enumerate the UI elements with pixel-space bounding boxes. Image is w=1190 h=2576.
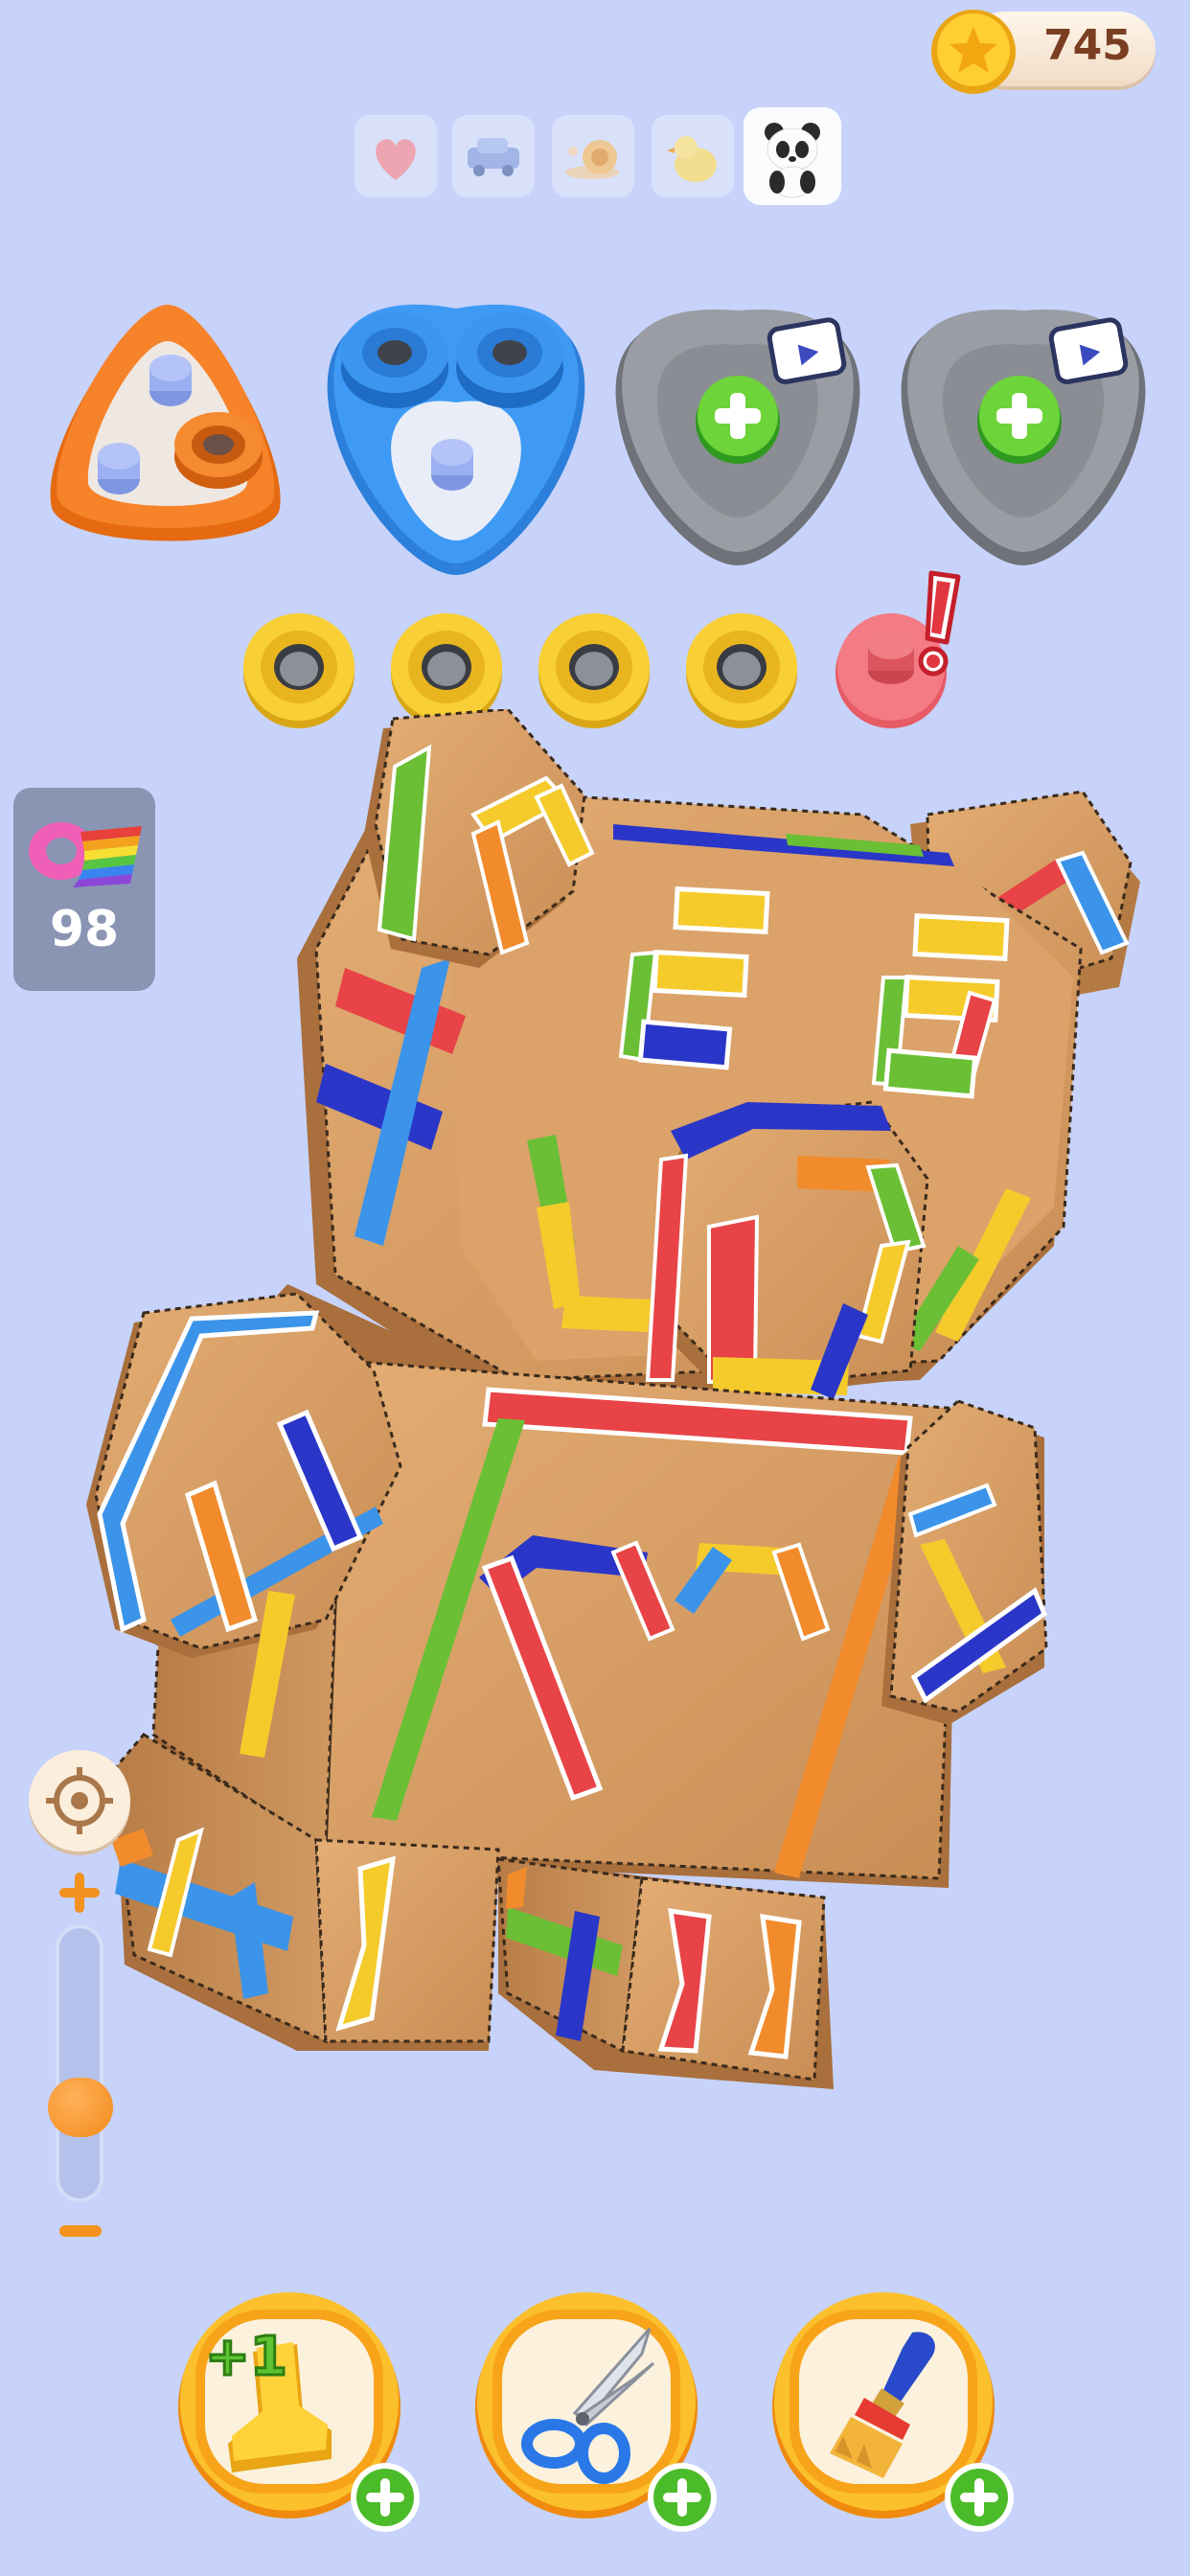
zoom-slider-knob[interactable]: [48, 2077, 113, 2137]
zoom-in-button[interactable]: [56, 1869, 103, 1917]
add-booster-icon[interactable]: [349, 2461, 422, 2534]
ring-slot-5-warning: [835, 570, 961, 728]
orange-ring-holder[interactable]: [29, 288, 307, 575]
bear-snout: [645, 1100, 929, 1399]
tab-car[interactable]: [452, 115, 535, 197]
bear-right-foot: [496, 1857, 834, 2089]
tab-chick[interactable]: [652, 115, 734, 197]
blue-ring-holder[interactable]: [312, 288, 600, 585]
coin-count: 745: [1043, 21, 1132, 70]
scissors-booster[interactable]: [471, 2290, 717, 2532]
cardboard-bear-puzzle[interactable]: [0, 709, 1190, 2108]
zoom-out-button[interactable]: [59, 2225, 102, 2237]
chick-icon: [667, 136, 717, 182]
target-icon: [46, 1767, 113, 1834]
tab-snail[interactable]: [552, 115, 634, 197]
add-booster-icon[interactable]: [646, 2461, 719, 2534]
gold-star-coin-icon: [931, 10, 1016, 94]
svg-text:+1: +1: [205, 2326, 287, 2388]
heart-icon: [376, 139, 416, 180]
video-ad-icon[interactable]: [1048, 316, 1131, 385]
panda-icon: [765, 123, 820, 198]
snail-icon: [565, 140, 619, 179]
tab-panda[interactable]: [744, 107, 841, 205]
recenter-button[interactable]: [29, 1750, 130, 1852]
plus-one-stamp-booster[interactable]: +1: [174, 2290, 420, 2532]
video-ad-icon[interactable]: [767, 316, 849, 385]
add-booster-icon[interactable]: [943, 2461, 1016, 2534]
zoom-slider[interactable]: [56, 1924, 103, 2202]
exclamation-icon: [918, 570, 961, 677]
brush-booster[interactable]: [768, 2290, 1014, 2532]
tab-heart[interactable]: [355, 115, 437, 197]
car-icon: [468, 138, 519, 176]
